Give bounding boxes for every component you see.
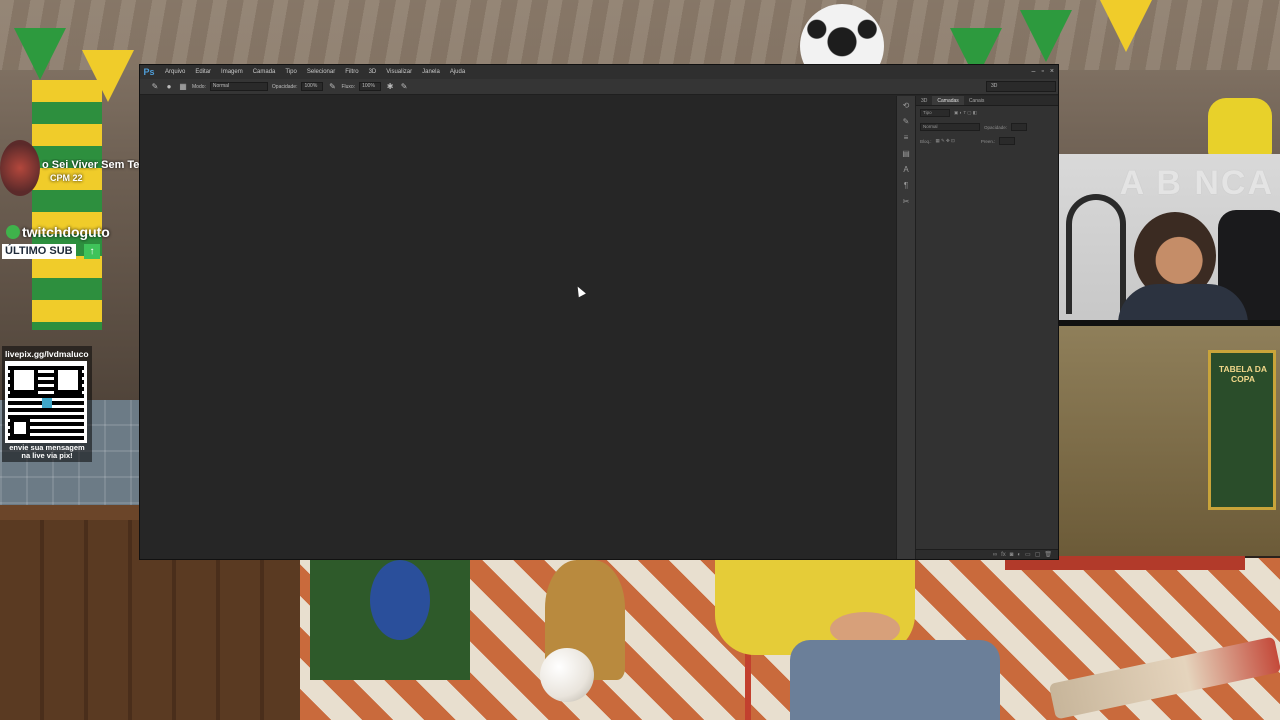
panel-icon-strip: ⟲ ✎ ≡ ▤ A ¶ ✂: [896, 96, 916, 559]
last-sub-name: twitchdoguto: [6, 224, 110, 240]
pix-message: envie sua mensagem na live via pix!: [9, 443, 85, 460]
brush-preset-icon[interactable]: ●: [164, 82, 174, 92]
qr-code: [5, 361, 87, 443]
soccer-ball: [540, 648, 594, 702]
restore-icon[interactable]: ▫: [1041, 66, 1043, 78]
adjustment-icon[interactable]: ◐: [1017, 552, 1021, 558]
fx-icon[interactable]: fx: [1001, 552, 1006, 558]
tool-presets-icon[interactable]: ✂: [900, 196, 912, 208]
paragraph-icon[interactable]: ¶: [900, 180, 912, 192]
menu-item[interactable]: Arquivo: [160, 65, 190, 79]
song-artist: CPM 22: [50, 173, 83, 183]
qr-logo: [42, 398, 52, 408]
tab-layers[interactable]: Camadas: [932, 96, 964, 105]
flow-label: Fluxo:: [341, 83, 356, 90]
workspace-select[interactable]: 3D: [986, 81, 1056, 92]
mode-select[interactable]: Normal: [209, 82, 268, 91]
banner-globe: [370, 560, 430, 640]
copa-title: TABELA DA COPA: [1218, 364, 1268, 384]
menu-item[interactable]: Camada: [248, 65, 281, 79]
pressure-opacity-icon[interactable]: ✎: [327, 82, 337, 92]
qr-corner: [10, 418, 30, 438]
ceiling: [0, 0, 1280, 70]
layer-opacity-field[interactable]: [1011, 123, 1028, 131]
airbrush-icon[interactable]: ✱: [385, 82, 395, 92]
bunting-flag: [1100, 0, 1152, 52]
close-icon[interactable]: ×: [1050, 66, 1054, 78]
layers-filter-row: Tipo ▣ ◐ T ▢ ◧: [916, 106, 1058, 120]
pressure-size-icon[interactable]: ✎: [399, 82, 409, 92]
new-layer-icon[interactable]: ▢: [1035, 551, 1041, 558]
adjust-icon[interactable]: ≡: [900, 132, 912, 144]
menu-item[interactable]: Janela: [417, 65, 445, 79]
document-area[interactable]: [140, 96, 896, 559]
opacity-field[interactable]: 100%: [301, 82, 324, 91]
trash-icon[interactable]: 🗑: [1044, 551, 1052, 558]
wall-sign: A B NCA: [1119, 164, 1274, 202]
menu-bar: Ps Arquivo Editar Imagem Camada Tipo Sel…: [140, 65, 1058, 79]
lock-label: Bloq.:: [920, 138, 932, 144]
brush-panel-icon[interactable]: ▦: [178, 82, 188, 92]
mic-arm: [1066, 194, 1126, 314]
layers-panel: 3D Camadas Canais Tipo ▣ ◐ T ▢ ◧ Normal …: [916, 96, 1058, 559]
options-bar: ✎ ● ▦ Modo: Normal Opacidade: 100% ✎ Flu…: [140, 79, 1058, 95]
bunting-flag: [14, 28, 66, 80]
hanging-shirt: [1208, 98, 1272, 156]
brush-icon[interactable]: ✎: [900, 116, 912, 128]
webcam: A B NCA: [1058, 154, 1280, 326]
menu-item[interactable]: Selecionar: [302, 65, 340, 79]
menu-item[interactable]: Tipo: [280, 65, 301, 79]
filter-icons: ▣ ◐ T ▢ ◧: [954, 110, 978, 115]
man-jeans: [790, 640, 1000, 720]
pix-link: livepix.gg/lvdmaluco: [5, 349, 89, 359]
menu-item[interactable]: Visualizar: [381, 65, 417, 79]
layer-filter-select[interactable]: Tipo: [920, 109, 950, 117]
layers-lock-row: Bloq.: ▦ ✎ ✥ ⊡ Preen.:: [916, 134, 1058, 148]
bunting-flag: [1020, 10, 1072, 62]
layer-comp-icon[interactable]: ▤: [900, 148, 912, 160]
menu-item[interactable]: Imagem: [216, 65, 248, 79]
history-icon[interactable]: ⟲: [900, 100, 912, 112]
now-playing: o Sei Viver Sem Te CPM 22: [0, 140, 140, 200]
up-arrow-icon: ↑: [84, 244, 100, 259]
photoshop-window[interactable]: Ps Arquivo Editar Imagem Camada Tipo Sel…: [139, 64, 1059, 560]
fill-field[interactable]: [999, 137, 1016, 145]
menu-item[interactable]: Ajuda: [445, 65, 470, 79]
tab-channels[interactable]: Canais: [964, 96, 990, 105]
sub-icon: [6, 225, 20, 239]
brazil-scarf: [32, 80, 102, 330]
character-icon[interactable]: A: [900, 164, 912, 176]
menu-item[interactable]: 3D: [364, 65, 382, 79]
opacity-label: Opacidade:: [984, 124, 1008, 130]
folder-icon[interactable]: ▭: [1025, 551, 1031, 558]
mode-label: Modo:: [192, 83, 206, 90]
lock-icons[interactable]: ▦ ✎ ✥ ⊡: [936, 138, 955, 144]
album-art: [0, 140, 40, 196]
menu-item[interactable]: Filtro: [340, 65, 363, 79]
flow-field[interactable]: 100%: [359, 82, 382, 91]
blend-mode-select[interactable]: Normal: [920, 123, 980, 131]
mask-icon[interactable]: ◙: [1010, 552, 1014, 558]
menu-item[interactable]: Editar: [190, 65, 216, 79]
last-sub-label: ÚLTIMO SUB: [2, 244, 76, 259]
tab-3d[interactable]: 3D: [916, 96, 932, 105]
panel-tabs: 3D Camadas Canais: [916, 96, 1058, 106]
opacity-label: Opacidade:: [271, 83, 298, 90]
last-sub-username: twitchdoguto: [22, 224, 110, 240]
minimize-icon[interactable]: –: [1032, 66, 1036, 78]
brush-tool-icon[interactable]: ✎: [150, 82, 160, 92]
window-controls: – ▫ ×: [1032, 66, 1054, 78]
link-icon[interactable]: ∞: [993, 552, 997, 558]
layers-blend-row: Normal Opacidade:: [916, 120, 1058, 134]
layers-footer: ∞ fx ◙ ◐ ▭ ▢ 🗑: [916, 549, 1058, 559]
fill-label: Preen.:: [980, 138, 996, 144]
photoshop-logo-icon: Ps: [143, 67, 155, 77]
menu: Arquivo Editar Imagem Camada Tipo Seleci…: [160, 65, 470, 79]
